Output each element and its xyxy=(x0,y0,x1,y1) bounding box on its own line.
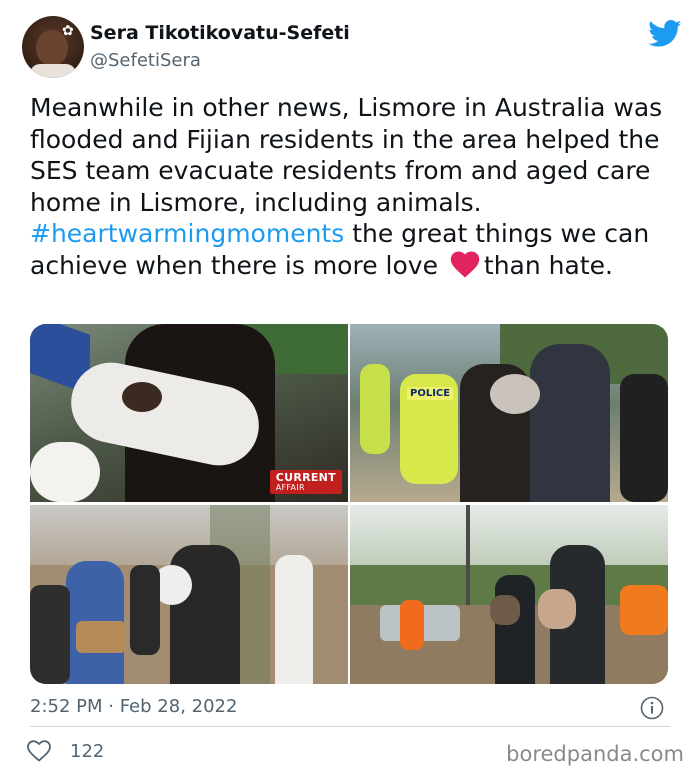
boredpanda-watermark: boredpanda.com xyxy=(506,742,684,766)
flower-icon: ✿ xyxy=(62,23,74,39)
twitter-bird-icon[interactable] xyxy=(648,20,682,48)
avatar[interactable]: ✿ xyxy=(22,16,84,78)
tweet-card: ✿ Sera Tikotikovatu-Sefeti @SefetiSera M… xyxy=(0,0,700,779)
red-heart-icon xyxy=(450,250,480,278)
divider xyxy=(30,726,670,727)
info-icon[interactable] xyxy=(640,696,664,720)
photo-rescue-elderly-man[interactable]: POLICE xyxy=(350,324,668,502)
photo-flood-water-group[interactable] xyxy=(30,505,348,684)
like-button[interactable]: 122 xyxy=(26,738,104,764)
heart-outline-icon[interactable] xyxy=(26,739,52,763)
hashtag-link[interactable]: #heartwarmingmoments xyxy=(30,219,344,248)
media-grid: CURRENT AFFAIR POLICE xyxy=(30,324,668,684)
photo-carrying-woman[interactable]: CURRENT AFFAIR xyxy=(30,324,348,502)
tweet-timestamp[interactable]: 2:52 PM · Feb 28, 2022 xyxy=(30,696,237,717)
photo-dog-rescue[interactable] xyxy=(350,505,668,684)
tweet-text-part1: Meanwhile in other news, Lismore in Aust… xyxy=(30,93,663,217)
tweet-text-part3: than hate. xyxy=(483,250,613,280)
current-affair-badge: CURRENT AFFAIR xyxy=(269,470,342,494)
tweet-text: Meanwhile in other news, Lismore in Aust… xyxy=(30,92,670,281)
like-count: 122 xyxy=(70,740,105,762)
author-display-name[interactable]: Sera Tikotikovatu-Sefeti xyxy=(90,22,350,44)
tweet-header: ✿ Sera Tikotikovatu-Sefeti @SefetiSera xyxy=(22,16,682,80)
author-handle[interactable]: @SefetiSera xyxy=(90,50,201,71)
police-vest-label: POLICE xyxy=(407,387,454,400)
